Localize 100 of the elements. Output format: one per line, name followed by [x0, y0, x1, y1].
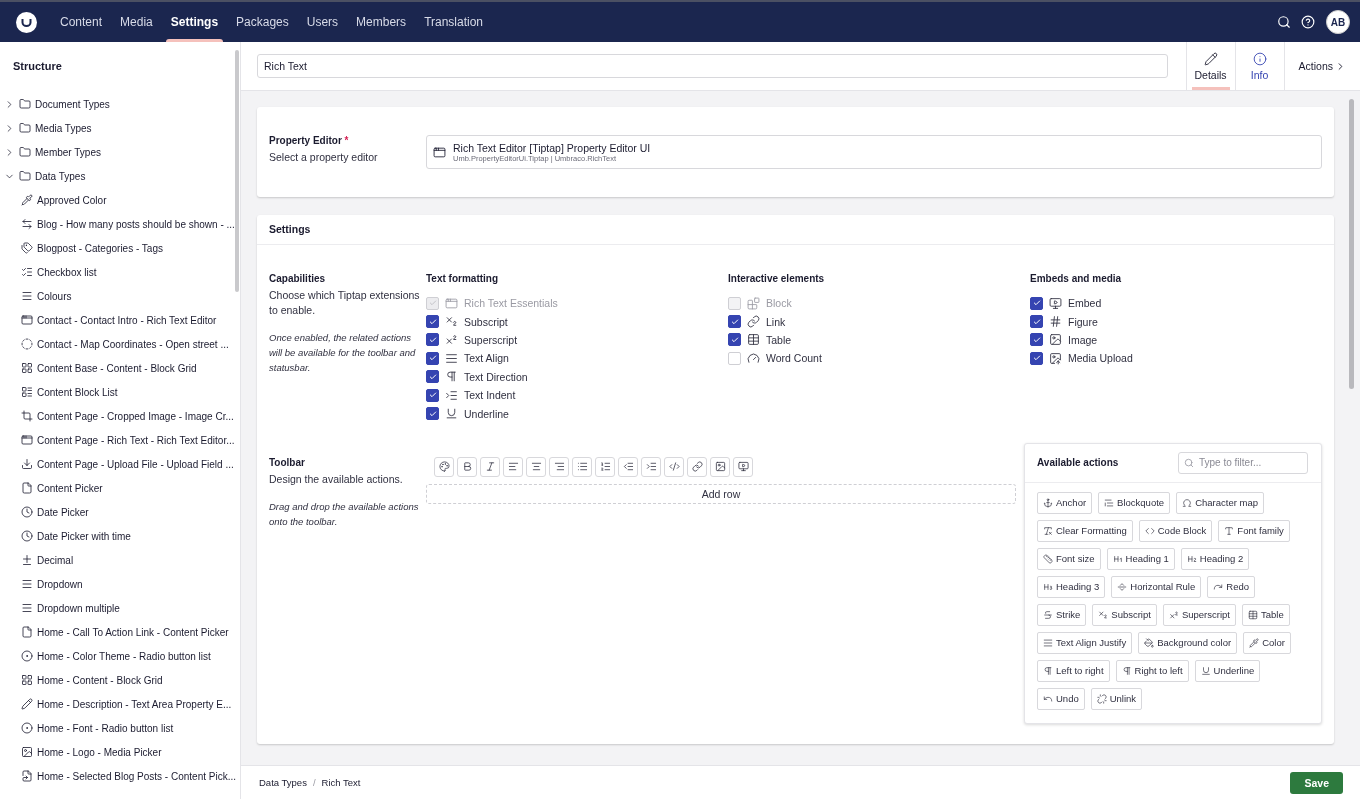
tree-item[interactable]: Document Types [0, 92, 232, 116]
nav-tab[interactable]: Content [51, 2, 112, 42]
tree-item[interactable]: Blogpost - Categories - Tags [0, 236, 232, 260]
header-tab[interactable]: Details [1185, 42, 1235, 90]
toolbar-button[interactable] [572, 456, 592, 477]
tree-item[interactable]: Content Page - Cropped Image - Image Cr... [0, 404, 232, 428]
action-chip[interactable]: Anchor [1037, 491, 1093, 514]
action-chip[interactable]: Character map [1176, 491, 1264, 514]
add-row-button[interactable]: Add row [426, 483, 1016, 504]
checkbox[interactable] [1030, 296, 1043, 310]
checkbox[interactable] [426, 370, 439, 384]
checkbox[interactable] [426, 407, 439, 421]
save-button[interactable]: Save [1290, 771, 1343, 794]
tree-item[interactable]: Home - Font - Radio button list [0, 716, 232, 740]
search-button[interactable] [1277, 15, 1291, 29]
checkbox[interactable] [426, 333, 439, 347]
capability-option[interactable]: Text Indent [426, 385, 728, 405]
capability-option[interactable]: Superscript [426, 330, 728, 350]
tree-item[interactable]: Home - Call To Action Link - Content Picker [0, 620, 232, 644]
toolbar-button[interactable] [595, 456, 615, 477]
action-chip[interactable]: Table [1241, 603, 1290, 626]
capability-option[interactable]: Subscript [426, 312, 728, 331]
action-chip[interactable]: Code Block [1138, 519, 1213, 542]
action-chip[interactable]: Underline [1194, 659, 1261, 682]
action-chip[interactable]: Heading 3 [1037, 575, 1106, 598]
scrollbar-thumb[interactable] [1349, 99, 1354, 389]
tree-item[interactable]: Data Types [0, 164, 232, 188]
help-button[interactable] [1301, 15, 1315, 29]
nav-tab[interactable]: Users [297, 2, 348, 42]
tree-item[interactable]: Member Types [0, 140, 232, 164]
tree-item[interactable]: Home - Logo - Media Picker [0, 740, 232, 764]
actions-button[interactable]: Actions [1283, 42, 1360, 90]
action-chip[interactable]: Text Align Justify [1037, 631, 1133, 654]
checkbox[interactable] [1030, 351, 1043, 365]
tree-item[interactable]: Content Page - Upload File - Upload Field ... [0, 452, 232, 476]
action-chip[interactable]: Blockquote [1098, 491, 1171, 514]
tree-item[interactable]: Home - Color Theme - Radio button list [0, 644, 232, 668]
toolbar-button[interactable] [710, 456, 730, 477]
user-avatar[interactable]: AB [1326, 10, 1350, 34]
checkbox[interactable] [728, 315, 741, 329]
action-chip[interactable]: Undo [1037, 687, 1085, 710]
action-chip[interactable]: Unlink [1090, 687, 1143, 710]
capability-option[interactable]: Text Direction [426, 367, 728, 386]
capability-option[interactable]: Media Upload [1030, 349, 1322, 368]
checkbox[interactable] [426, 351, 439, 365]
tree-item[interactable]: Contact - Contact Intro - Rich Text Editor [0, 308, 232, 332]
breadcrumb-link[interactable]: Rich Text [321, 777, 361, 788]
tree-item[interactable]: Content Block List [0, 380, 232, 404]
tree-item[interactable]: Content Base - Content - Block Grid [0, 356, 232, 380]
toolbar-button[interactable] [480, 456, 500, 477]
tree-item[interactable]: Blog - How many posts should be shown - ... [0, 212, 232, 236]
toolbar-button[interactable] [687, 456, 707, 477]
action-chip[interactable]: Heading 2 [1180, 547, 1250, 570]
tree-item[interactable]: Decimal [0, 548, 232, 572]
toolbar-button[interactable] [664, 456, 684, 477]
toolbar-button[interactable] [434, 456, 454, 477]
nav-tab[interactable]: Media [111, 2, 162, 42]
tree-item[interactable]: Media Types [0, 116, 232, 140]
toolbar-button[interactable] [457, 456, 477, 477]
capability-option[interactable]: Table [728, 330, 1030, 350]
checkbox[interactable] [1030, 333, 1043, 347]
tree-item[interactable]: Date Picker with time [0, 524, 232, 548]
nav-tab[interactable]: Translation [415, 2, 493, 42]
toolbar-button[interactable] [733, 456, 753, 477]
action-chip[interactable]: Font family [1218, 519, 1290, 542]
capability-option[interactable]: Link [728, 312, 1030, 331]
capability-option[interactable]: Embed [1030, 294, 1322, 313]
filter-field[interactable]: Type to filter... [1178, 451, 1308, 474]
capability-option[interactable]: Figure [1030, 312, 1322, 331]
tree-item[interactable]: Home - Content - Block Grid [0, 668, 232, 692]
action-chip[interactable]: Heading 1 [1106, 547, 1175, 570]
nav-tab[interactable]: Packages [227, 2, 298, 42]
checkbox[interactable] [728, 333, 741, 347]
action-chip[interactable]: Color [1243, 631, 1291, 654]
tree-item[interactable]: Dropdown [0, 572, 232, 596]
tree-item[interactable]: Content Picker [0, 476, 232, 500]
action-chip[interactable]: Subscript [1092, 603, 1157, 626]
action-chip[interactable]: Redo [1207, 575, 1255, 598]
toolbar-button[interactable] [641, 456, 661, 477]
capability-option[interactable]: Underline [426, 404, 728, 423]
capability-option[interactable]: Text Align [426, 349, 728, 368]
header-tab[interactable]: Info [1234, 42, 1284, 90]
action-chip[interactable]: Clear Formatting [1037, 519, 1133, 542]
checkbox[interactable] [426, 315, 439, 329]
action-chip[interactable]: Left to right [1037, 659, 1110, 682]
action-chip[interactable]: Right to left [1115, 659, 1189, 682]
action-chip[interactable]: Font size [1037, 547, 1101, 570]
toolbar-button[interactable] [549, 456, 569, 477]
tree-item[interactable]: Dropdown multiple [0, 596, 232, 620]
checkbox[interactable] [426, 388, 439, 402]
toolbar-button[interactable] [503, 456, 523, 477]
action-chip[interactable]: Strike [1037, 603, 1087, 626]
tree-item[interactable]: Date Picker [0, 500, 232, 524]
name-field[interactable]: Rich Text [257, 54, 1168, 78]
action-chip[interactable]: Superscript [1162, 603, 1236, 626]
nav-tab[interactable]: Settings [161, 2, 228, 42]
tree-item[interactable]: Content Page - Rich Text - Rich Text Editor... [0, 428, 232, 452]
action-chip[interactable]: Background color [1138, 631, 1238, 654]
tree-item[interactable]: Colours [0, 284, 232, 308]
toolbar-button[interactable] [618, 456, 638, 477]
